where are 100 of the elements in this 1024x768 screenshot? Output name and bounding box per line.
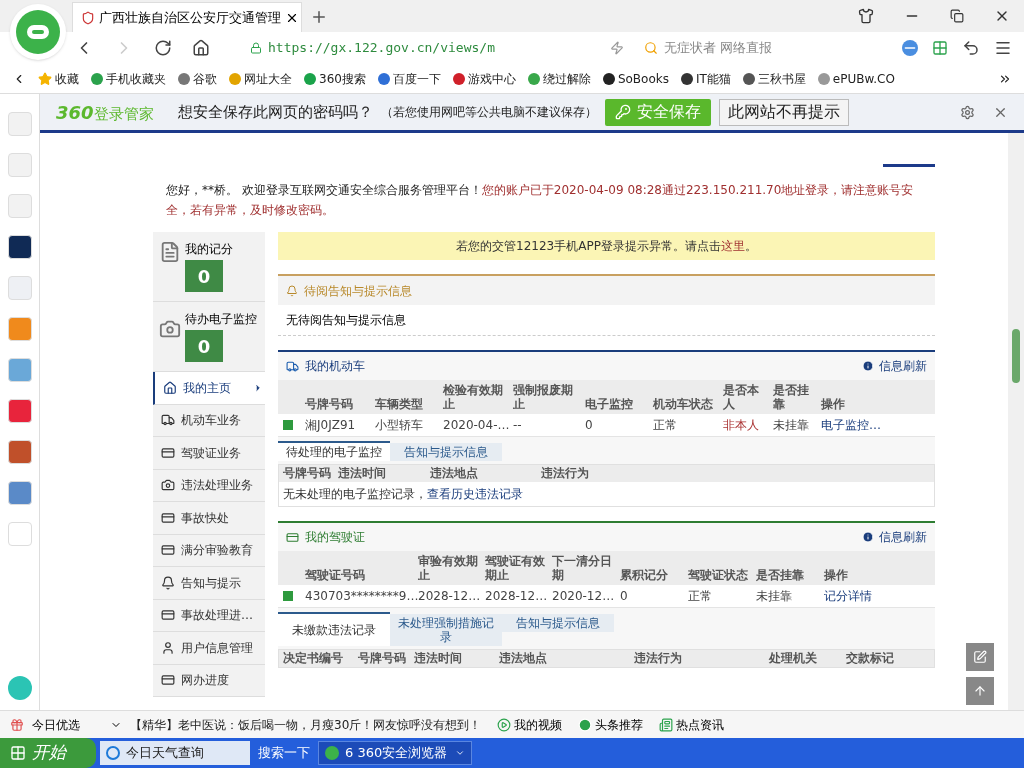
tab[interactable]: 告知与提示信息 (502, 614, 614, 632)
action-link[interactable]: 电子监控… (821, 416, 935, 434)
news-link[interactable]: 热点资讯 (676, 715, 725, 734)
url-field[interactable]: https://gx.122.gov.cn/views/m (268, 38, 495, 58)
browser-icon (106, 746, 120, 760)
column-header: 电子监控 (585, 397, 634, 411)
tab[interactable]: 未处理强制措施记录 (390, 614, 502, 646)
tab[interactable]: 未缴款违法记录 (278, 612, 390, 646)
table-cell-text: 0 (620, 588, 629, 605)
tab[interactable]: 告知与提示信息 (390, 443, 502, 461)
column-header: 违法地点 (499, 652, 548, 665)
tab-title: 广西壮族自治区公安厅交通管理 (99, 8, 281, 27)
site-icon (742, 72, 755, 85)
table-cell-text: 小型轿车 (375, 417, 424, 434)
lightning-icon[interactable] (610, 41, 624, 55)
table-cell-text: 非本人 (723, 417, 760, 434)
bookmark-link[interactable]: 百度一下 (392, 69, 441, 88)
bookmark-link[interactable]: 绕过解除 (542, 69, 591, 88)
action-link[interactable]: 记分详情 (824, 587, 935, 605)
stat-value: 0 (185, 260, 223, 292)
app-icon[interactable] (7, 235, 32, 259)
bookmark-link[interactable]: IT能猫 (696, 69, 731, 88)
table-cell-text: 正常 (653, 417, 678, 434)
restore-icon[interactable] (950, 9, 964, 23)
history-link[interactable]: 查看历史违法记录 (427, 485, 523, 503)
home-icon[interactable] (192, 39, 210, 57)
search-field[interactable]: 无症状者 网络直报 (664, 38, 794, 58)
bookmark-link[interactable]: 网址大全 (244, 69, 292, 88)
nav-item[interactable]: 告知与提示 (153, 567, 265, 600)
table-cell-text: 0 (585, 417, 594, 434)
column-header: 车辆类型 (375, 397, 424, 411)
back-to-top-button[interactable] (966, 677, 994, 705)
edit-button[interactable] (966, 643, 994, 671)
column-header: 操作 (821, 397, 846, 411)
start-button[interactable]: 开始 (0, 738, 96, 768)
tab[interactable]: 待处理的电子监控 (278, 441, 390, 461)
menu-icon[interactable] (994, 39, 1012, 57)
news-link[interactable]: 我的视频 (514, 715, 563, 734)
table-cell-text: -- (513, 417, 523, 434)
column-header: 决定书编号 (283, 652, 344, 665)
nav-item[interactable]: 事故处理进… (153, 599, 265, 632)
taskbar-item[interactable]: 6 360安全浏览器 (318, 741, 472, 765)
info-icon (862, 531, 874, 543)
stat-label: 待办电子监控 (185, 311, 257, 328)
news-icon (659, 717, 674, 732)
site-icon (229, 72, 241, 85)
nav-item[interactable]: 驾驶证业务 (153, 437, 265, 470)
site-icon (681, 72, 693, 85)
taskbar-item[interactable]: 今日天气查询 (100, 741, 250, 765)
site-icon (527, 72, 540, 85)
column-header: 号牌号码 (283, 467, 332, 480)
bookmark-link[interactable]: 三秋书屋 (757, 69, 806, 88)
refresh-link[interactable]: 信息刷新 (879, 357, 927, 375)
new-tab-icon[interactable] (310, 8, 328, 26)
bell-icon (161, 575, 175, 590)
skin-icon[interactable] (858, 8, 874, 24)
empty-message: 无未处理的电子监控记录， (283, 486, 427, 503)
dismiss-button[interactable]: 此网站不再提示 (718, 98, 849, 126)
apps-icon[interactable] (932, 40, 948, 56)
edit-icon (973, 650, 987, 664)
minus-icon[interactable] (902, 40, 918, 56)
bookmark-link[interactable]: 游戏中心 (467, 69, 516, 88)
nav-item[interactable]: 用户信息管理 (153, 632, 265, 665)
bell-icon (286, 284, 298, 297)
table-cell-text: 2028-12… (418, 588, 482, 605)
taskbar-item[interactable]: 搜索一下 (254, 741, 314, 765)
column-header: 是否本人 (723, 383, 760, 411)
news-headline[interactable]: 【精华】老中医说：饭后喝一物，月瘦30斤！网友惊呼没有想到！ (130, 715, 482, 734)
refresh-link[interactable]: 信息刷新 (879, 528, 927, 546)
bookmark-link[interactable]: 360搜索 (319, 69, 366, 88)
bookmark-link[interactable]: 谷歌 (193, 69, 217, 88)
info-icon (862, 360, 874, 372)
caret-icon (455, 748, 465, 758)
here-link[interactable]: 这里 (720, 237, 745, 255)
bookmark-link[interactable]: 收藏 (55, 69, 79, 88)
bookmark-link[interactable]: 手机收藏夹 (106, 69, 166, 88)
nav-item[interactable]: 机动车业务 (153, 404, 265, 437)
star-icon (38, 71, 52, 86)
gift-icon (10, 717, 24, 732)
browser-tab[interactable]: 广西壮族自治区公安厅交通管理 (72, 2, 302, 32)
section-title: 我的驾驶证 (305, 529, 365, 546)
search-engine-icon (644, 41, 658, 55)
nav-item[interactable]: 事故快处 (153, 502, 265, 535)
undo-icon[interactable] (962, 39, 980, 57)
nav-item[interactable]: 满分审验教育 (153, 534, 265, 567)
bookmark-link[interactable]: ePUBw.CO (832, 69, 895, 88)
bookmark-link[interactable]: SoBooks (617, 69, 669, 88)
column-header: 处理机关 (769, 652, 818, 665)
column-header: 违法行为 (634, 652, 683, 665)
settings-icon[interactable] (960, 104, 975, 120)
site-icon (377, 72, 390, 85)
browser-icon (325, 746, 339, 760)
reload-icon[interactable] (154, 39, 172, 57)
scrollbar[interactable] (1008, 133, 1024, 710)
column-header: 操作 (824, 568, 849, 582)
nav-item[interactable]: 我的主页 (153, 372, 265, 405)
news-link[interactable]: 头条推荐 (595, 715, 644, 734)
nav-item[interactable]: 网办进度 (153, 664, 265, 697)
column-header: 违法行为 (541, 467, 590, 480)
nav-item[interactable]: 违法处理业务 (153, 469, 265, 502)
